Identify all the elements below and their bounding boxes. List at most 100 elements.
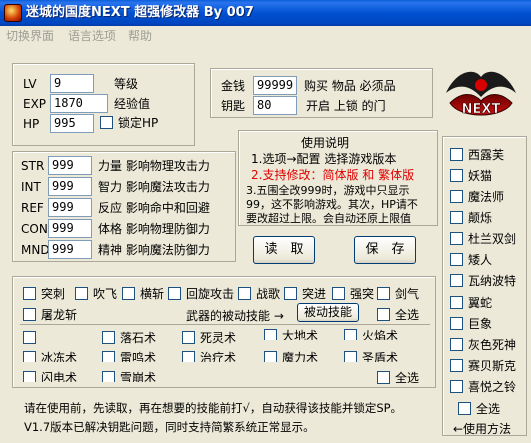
checkbox-box[interactable] [23, 331, 36, 344]
passive-skill-checkbox[interactable]: 治疗术 [182, 351, 236, 362]
character-checkbox[interactable]: 灰色死神 [450, 338, 516, 354]
passive-skill-checkbox[interactable]: 圣盾术 [344, 351, 398, 362]
passive-skill-label: 魔力术 [282, 351, 319, 362]
skill-checkbox[interactable]: 剑气 [377, 287, 419, 303]
checkbox-box[interactable] [122, 287, 135, 300]
character-checkbox[interactable]: 西露芙 [450, 148, 504, 164]
checkbox-box[interactable] [450, 380, 463, 393]
skill-checkbox[interactable]: 战歌 [238, 287, 280, 303]
checkbox-box[interactable] [450, 253, 463, 266]
attr-str-input[interactable]: 999 [48, 156, 92, 175]
skill-checkbox[interactable]: 突进 [284, 287, 326, 303]
exp-input[interactable]: 1870 [50, 94, 108, 113]
checkbox-box[interactable] [238, 287, 251, 300]
passive-skill-label: 圣盾术 [362, 351, 399, 362]
passive-skill-checkbox[interactable]: 死灵术 [182, 331, 236, 347]
attr-str-label: STR [21, 159, 45, 173]
passive-select-all-checkbox[interactable]: 全选 [377, 371, 419, 387]
checkbox-box[interactable] [450, 232, 463, 245]
skill-label: 屠龙斩 [41, 308, 78, 322]
hp-input[interactable]: 995 [50, 114, 94, 133]
skill-checkbox[interactable]: 回旋攻击 [168, 287, 234, 303]
passive-skill-checkbox[interactable]: 大地术 [264, 329, 318, 340]
character-checkbox[interactable]: 矮人 [450, 253, 492, 269]
character-checkbox[interactable]: 赛贝斯克 [450, 359, 516, 375]
skill-checkbox[interactable]: 强突 [332, 287, 374, 303]
passive-skill-button[interactable]: 被动技能 [297, 303, 359, 322]
attr-int-input[interactable]: 999 [48, 177, 92, 196]
menu-switch-ui[interactable]: 切换界面 [6, 28, 54, 44]
passive-skill-checkbox[interactable]: 冰冻术 [23, 351, 77, 362]
lv-input[interactable]: 9 [50, 74, 94, 93]
checkbox-box[interactable] [100, 116, 113, 129]
menu-language[interactable]: 语言选项 [68, 28, 116, 44]
checkbox-box[interactable] [377, 287, 390, 300]
checkbox-box[interactable] [377, 371, 390, 384]
checkbox-box[interactable] [450, 296, 463, 309]
gold-input[interactable]: 99999 [253, 76, 297, 95]
checkbox-box[interactable] [102, 351, 115, 362]
select-all-checkbox[interactable]: 全选 [377, 308, 419, 324]
passive-skill-label: 雷鸣术 [120, 351, 157, 362]
checkbox-box[interactable] [450, 211, 463, 224]
character-checkbox[interactable]: 瓦纳波特 [450, 274, 516, 290]
attr-ref-input[interactable]: 999 [48, 198, 92, 217]
checkbox-box[interactable] [450, 274, 463, 287]
passive-skill-checkbox[interactable]: 火焰术 [344, 329, 398, 340]
checkbox-box[interactable] [450, 359, 463, 372]
checkbox-box[interactable] [450, 169, 463, 182]
logo-text: NEXT [462, 102, 501, 117]
checkbox-box[interactable] [75, 287, 88, 300]
passive-skill-checkbox[interactable]: 雪崩术 [102, 371, 156, 382]
checkbox-box[interactable] [450, 190, 463, 203]
skill-checkbox[interactable]: 突刺 [23, 287, 65, 303]
checkbox-box[interactable] [284, 287, 297, 300]
checkbox-box[interactable] [264, 351, 277, 362]
checkbox-box[interactable] [102, 331, 115, 344]
checkbox-box[interactable] [23, 308, 36, 321]
character-checkbox[interactable]: 妖猫 [450, 169, 492, 185]
checkbox-box[interactable] [23, 371, 36, 382]
skill-checkbox[interactable]: 屠龙斩 [23, 308, 77, 324]
checkbox-box[interactable] [377, 308, 390, 321]
checkbox-box[interactable] [102, 371, 115, 382]
read-button[interactable]: 读 取 [253, 236, 315, 264]
character-checkbox[interactable]: 颠烁 [450, 211, 492, 227]
lock-hp-checkbox[interactable]: 锁定HP [100, 116, 158, 132]
checkbox-box[interactable] [23, 351, 36, 362]
checkbox-box[interactable] [344, 351, 357, 362]
character-checkbox[interactable]: 喜悦之铃 [450, 380, 516, 396]
passive-skill-checkbox[interactable]: 雷鸣术 [102, 351, 156, 362]
passive-skill-checkbox[interactable]: 闪电术 [23, 371, 77, 382]
attr-con-input[interactable]: 999 [48, 219, 92, 238]
passive-skill-checkbox[interactable]: 落石术 [102, 331, 156, 347]
checkbox-box[interactable] [23, 287, 36, 300]
menu-help[interactable]: 帮助 [128, 28, 152, 44]
checkbox-box[interactable] [264, 329, 277, 340]
key-input[interactable]: 80 [253, 96, 297, 115]
checkbox-box[interactable] [450, 317, 463, 330]
checkbox-box[interactable] [182, 351, 195, 362]
attr-mnd-input[interactable]: 999 [48, 240, 92, 259]
character-checkbox[interactable]: 魔法师 [450, 190, 504, 206]
checkbox-box[interactable] [332, 287, 345, 300]
character-checkbox[interactable]: 翼蛇 [450, 296, 492, 312]
checkbox-box[interactable] [182, 331, 195, 344]
lv-desc: 等级 [114, 77, 139, 91]
passive-skill-checkbox[interactable]: 魔力术 [264, 351, 318, 362]
attr-ref-desc: 反应 影响命中和回避 [98, 201, 210, 215]
checkbox-box[interactable] [168, 287, 181, 300]
skill-checkbox[interactable]: 横斩 [122, 287, 164, 303]
character-checkbox[interactable]: 杜兰双剑 [450, 232, 516, 248]
character-select-all-checkbox[interactable]: 全选 [458, 402, 500, 418]
save-button[interactable]: 保 存 [354, 236, 416, 264]
skill-checkbox[interactable]: 吹飞 [75, 287, 117, 303]
passive-skill-label: 落石术 [120, 331, 157, 345]
checkbox-box[interactable] [344, 329, 357, 340]
checkbox-box[interactable] [450, 148, 463, 161]
character-checkbox[interactable]: 巨象 [450, 317, 492, 333]
checkbox-box[interactable] [458, 402, 471, 415]
usage-link[interactable]: ←使用方法 [453, 421, 511, 437]
passive-skill-checkbox[interactable] [23, 331, 41, 347]
checkbox-box[interactable] [450, 338, 463, 351]
